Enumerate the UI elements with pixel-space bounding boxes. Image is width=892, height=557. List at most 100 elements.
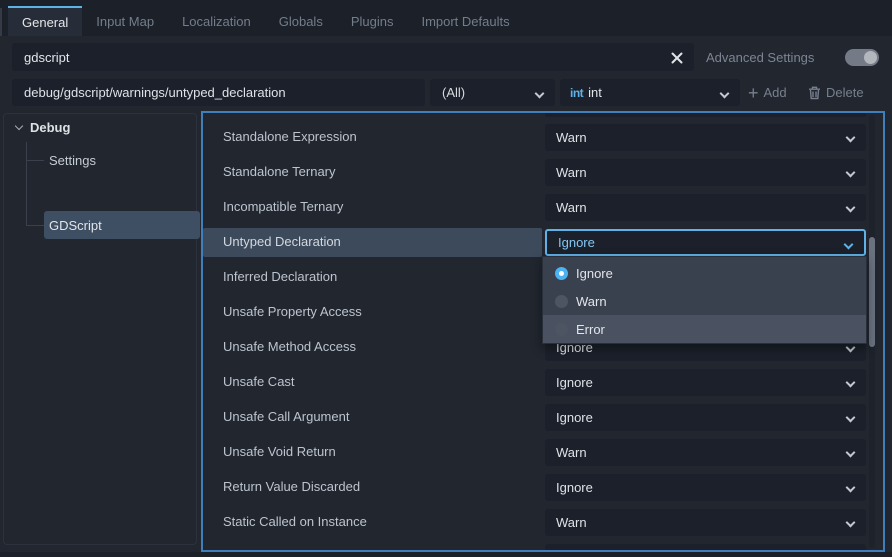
- setting-row-incompatible-ternary: Incompatible Ternary Warn: [203, 190, 883, 225]
- add-property-button[interactable]: + Add: [748, 79, 787, 106]
- chevron-down-icon: [846, 343, 856, 353]
- setting-value: Ignore: [558, 235, 595, 250]
- tree-guide-line: [26, 160, 44, 161]
- radio-selected-icon: [555, 267, 568, 280]
- setting-value: Warn: [556, 165, 587, 180]
- setting-value-dropdown[interactable]: Warn: [545, 439, 866, 466]
- setting-value: Ignore: [556, 375, 593, 390]
- chevron-down-icon: [720, 89, 730, 99]
- chevron-down-icon: [846, 448, 856, 458]
- tree-item-gdscript[interactable]: GDScript: [44, 211, 200, 239]
- setting-label: Standalone Ternary: [223, 164, 336, 179]
- trash-icon: [808, 86, 821, 100]
- settings-tab-bar: General Input Map Localization Globals P…: [0, 0, 892, 36]
- add-button-label: Add: [764, 85, 787, 100]
- setting-row-untyped-declaration: Untyped Declaration Ignore: [203, 225, 883, 260]
- setting-value-dropdown[interactable]: Ignore: [545, 474, 866, 501]
- feature-filter-dropdown[interactable]: (All): [430, 79, 555, 106]
- setting-value: Warn: [556, 445, 587, 460]
- option-label: Warn: [576, 294, 607, 309]
- type-value: int: [588, 85, 602, 100]
- setting-label: Inferred Declaration: [223, 269, 337, 284]
- setting-label: Unsafe Property Access: [223, 304, 362, 319]
- chevron-down-icon: [846, 203, 856, 213]
- chevron-down-icon: [15, 122, 23, 130]
- tree-guide-line: [26, 142, 27, 225]
- panel-edge-divider: [0, 8, 2, 36]
- settings-section-tree: Debug Settings GDScript: [3, 113, 197, 545]
- setting-row-unsafe-void-return: Unsafe Void Return Warn: [203, 435, 883, 470]
- setting-label: Return Value Discarded: [223, 479, 360, 494]
- tree-item-debug[interactable]: Debug: [16, 120, 70, 135]
- setting-label: Standalone Expression: [223, 129, 357, 144]
- partial-field-above: [545, 113, 866, 117]
- plus-icon: +: [748, 84, 759, 102]
- chevron-down-icon: [844, 240, 854, 250]
- setting-row-unsafe-cast: Unsafe Cast Ignore: [203, 365, 883, 400]
- setting-value-dropdown[interactable]: Warn: [545, 159, 866, 186]
- tree-item-label: GDScript: [49, 218, 102, 233]
- tab-import-defaults[interactable]: Import Defaults: [407, 6, 523, 36]
- setting-value: Warn: [556, 515, 587, 530]
- warning-level-dropdown-popup: Ignore Warn Error: [542, 256, 867, 344]
- setting-value-dropdown[interactable]: Warn: [545, 124, 866, 151]
- chevron-down-icon: [846, 378, 856, 388]
- setting-label: Unsafe Call Argument: [223, 409, 349, 424]
- settings-content: Advanced Settings debug/gdscript/warning…: [0, 36, 892, 552]
- dropdown-option-error[interactable]: Error: [543, 315, 866, 343]
- setting-row-standalone-expression: Standalone Expression Warn: [203, 120, 883, 155]
- chevron-down-icon: [846, 518, 856, 528]
- radio-unselected-icon: [555, 323, 568, 336]
- type-dropdown[interactable]: int int: [560, 79, 740, 106]
- setting-label: Unsafe Cast: [223, 374, 295, 389]
- tab-input-map[interactable]: Input Map: [82, 6, 168, 36]
- setting-value: Warn: [556, 200, 587, 215]
- partial-field-below: [545, 544, 866, 552]
- setting-label: Unsafe Void Return: [223, 444, 336, 459]
- tab-general[interactable]: General: [8, 6, 82, 36]
- chevron-down-icon: [846, 413, 856, 423]
- chevron-down-icon: [846, 483, 856, 493]
- scrollbar-grabber[interactable]: [869, 237, 875, 347]
- tree-item-label: Settings: [49, 153, 96, 168]
- setting-label: Incompatible Ternary: [223, 199, 343, 214]
- setting-label: Untyped Declaration: [223, 234, 341, 249]
- tree-item-settings[interactable]: Settings: [44, 146, 200, 174]
- setting-row-return-value-discarded: Return Value Discarded Ignore: [203, 470, 883, 505]
- tab-plugins[interactable]: Plugins: [337, 6, 408, 36]
- chevron-down-icon: [846, 133, 856, 143]
- setting-value: Warn: [556, 130, 587, 145]
- setting-value-dropdown-open[interactable]: Ignore: [545, 229, 866, 256]
- chevron-down-icon: [535, 89, 545, 99]
- delete-button-label: Delete: [826, 85, 864, 100]
- delete-property-button[interactable]: Delete: [808, 79, 864, 106]
- radio-unselected-icon: [555, 295, 568, 308]
- feature-filter-value: (All): [442, 85, 465, 100]
- setting-label: Static Called on Instance: [223, 514, 367, 529]
- search-input[interactable]: [12, 43, 694, 71]
- setting-row-unsafe-call-argument: Unsafe Call Argument Ignore: [203, 400, 883, 435]
- option-label: Ignore: [576, 266, 613, 281]
- setting-value-dropdown[interactable]: Warn: [545, 194, 866, 221]
- setting-value-dropdown[interactable]: Ignore: [545, 369, 866, 396]
- dropdown-option-warn[interactable]: Warn: [543, 287, 866, 315]
- int-type-icon: int: [570, 86, 583, 100]
- tab-localization[interactable]: Localization: [168, 6, 265, 36]
- setting-row-standalone-ternary: Standalone Ternary Warn: [203, 155, 883, 190]
- advanced-settings-label: Advanced Settings: [706, 50, 814, 65]
- tab-globals[interactable]: Globals: [265, 6, 337, 36]
- setting-value: Ignore: [556, 480, 593, 495]
- setting-value: Ignore: [556, 410, 593, 425]
- chevron-down-icon: [846, 168, 856, 178]
- setting-value-dropdown[interactable]: Ignore: [545, 404, 866, 431]
- setting-value-dropdown[interactable]: Warn: [545, 509, 866, 536]
- property-path-field[interactable]: debug/gdscript/warnings/untyped_declarat…: [12, 79, 425, 106]
- dropdown-option-ignore[interactable]: Ignore: [543, 259, 866, 287]
- advanced-settings-toggle[interactable]: [845, 49, 879, 66]
- option-label: Error: [576, 322, 605, 337]
- setting-row-static-called-on-instance: Static Called on Instance Warn: [203, 505, 883, 540]
- toggle-knob: [864, 51, 877, 64]
- setting-label: Unsafe Method Access: [223, 339, 356, 354]
- close-icon: [671, 52, 683, 64]
- clear-search-button[interactable]: [668, 49, 686, 67]
